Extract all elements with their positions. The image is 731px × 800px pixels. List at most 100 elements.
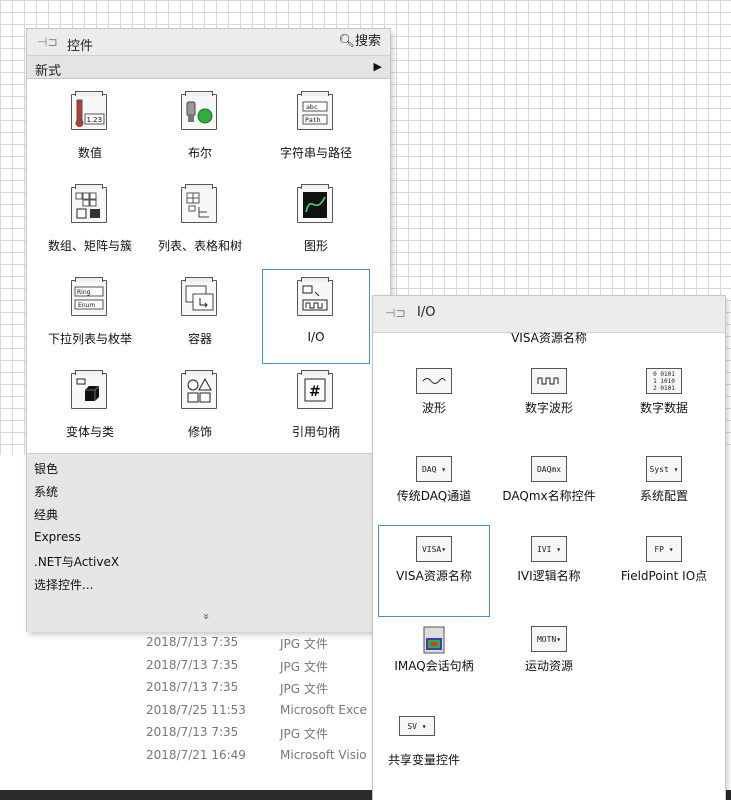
boolean-icon — [181, 91, 217, 130]
palette-grid: 1.23 数值 布尔 abc Path 字符串与路径 数组、矩阵与簇 列表、表格… — [27, 84, 390, 454]
palette-item-label: 字符串与路径 — [279, 146, 352, 160]
container-icon — [181, 277, 217, 316]
pin-icon[interactable]: ⊣⊐ — [37, 35, 58, 49]
palette-item-label: 图形 — [303, 239, 328, 253]
pin-icon[interactable]: ⊣⊐ — [385, 306, 406, 320]
shared-variable-icon: SV ▾ — [399, 716, 435, 736]
hover-tooltip-label: VISA资源名称 — [511, 331, 587, 345]
expand-arrow-icon: ▶ — [373, 60, 382, 73]
io-item-label: DAQmx名称控件 — [502, 489, 596, 503]
io-item-system-config[interactable]: Syst ▾ 系统配置 — [609, 446, 719, 534]
palette-item-label: 容器 — [187, 332, 212, 346]
io-item-label: 数字数据 — [639, 401, 688, 415]
io-item-waveform[interactable]: 波形 — [379, 358, 489, 446]
io-item-traditional-daq[interactable]: DAQ ▾ 传统DAQ通道 — [379, 446, 489, 534]
io-item-shared-variable[interactable]: SV ▾ 共享变量控件 — [379, 706, 489, 794]
palette-item-decoration[interactable]: 修饰 — [147, 363, 253, 456]
io-item-label: 传统DAQ通道 — [396, 489, 472, 503]
io-palette-titlebar[interactable]: ⊣⊐ I/O VISA资源名称 — [373, 296, 725, 345]
palette-item-ring-enum[interactable]: Ring Enum 下拉列表与枚举 — [37, 270, 143, 363]
palette-item-label: 数组、矩阵与簇 — [47, 239, 132, 253]
file-row[interactable]: 2018/7/13 7:35 JPG 文件 — [146, 632, 386, 655]
svg-text:Ring: Ring — [77, 289, 91, 296]
io-item-ivi-logical-name[interactable]: IVI ▾ IVI逻辑名称 — [494, 526, 604, 614]
search-icon: 🔍︎ — [338, 34, 355, 49]
palette-item-label: 修饰 — [187, 425, 212, 439]
digital-waveform-icon — [531, 368, 567, 394]
io-item-fieldpoint-io[interactable]: FP ▾ FieldPoint IO点 — [609, 526, 719, 614]
io-item-label: IVI逻辑名称 — [517, 569, 581, 583]
string-path-icon: abc Path — [297, 91, 333, 130]
svg-text:Path: Path — [305, 116, 321, 124]
palette-item-numeric[interactable]: 1.23 数值 — [37, 84, 143, 177]
palette-item-label: 下拉列表与枚举 — [47, 332, 132, 346]
palette-item-io[interactable]: I/O — [263, 270, 369, 363]
category-silver[interactable]: 银色 — [34, 460, 58, 477]
io-icon — [297, 277, 333, 316]
io-palette: ⊣⊐ I/O VISA资源名称 波形 数字波形 0 0101 1 1010 2 01… — [373, 296, 725, 800]
palette-item-label: 布尔 — [187, 146, 212, 160]
io-item-motion-resource[interactable]: MOTN▾ 运动资源 — [494, 616, 604, 704]
palette-item-boolean[interactable]: 布尔 — [147, 84, 253, 177]
list-table-tree-icon — [181, 184, 217, 223]
io-item-digital-waveform[interactable]: 数字波形 — [494, 358, 604, 446]
refnum-icon: # — [297, 370, 333, 409]
file-row[interactable]: 2018/7/13 7:35 JPG 文件 — [146, 677, 386, 700]
io-item-label: 系统配置 — [639, 489, 688, 503]
io-item-daqmx-name[interactable]: DAQmx DAQmx名称控件 — [494, 446, 604, 534]
category-dotnet-activex[interactable]: .NET与ActiveX — [34, 553, 119, 570]
io-item-label: 波形 — [421, 401, 446, 415]
palette-titlebar[interactable]: ⊣⊐ 控件 🔍︎搜索 — [27, 29, 390, 56]
io-palette-title: I/O — [417, 305, 436, 320]
search-label: 搜索 — [354, 34, 381, 49]
file-row[interactable]: 2018/7/21 16:49 Microsoft Visio — [146, 745, 386, 768]
palette-item-list-table-tree[interactable]: 列表、表格和树 — [147, 177, 253, 270]
palette-item-label: 数值 — [77, 146, 102, 160]
daqmx-icon: DAQmx — [531, 456, 567, 482]
waveform-icon — [416, 368, 452, 394]
palette-item-label: I/O — [307, 330, 325, 344]
decoration-icon — [181, 370, 217, 409]
file-row[interactable]: 2018/7/13 7:35 JPG 文件 — [146, 722, 386, 745]
controls-palette: ⊣⊐ 控件 🔍︎搜索 新式 ▶ 1.23 数值 布尔 abc Path 字符串与… — [27, 29, 390, 632]
visa-icon: VISA▾ — [416, 536, 452, 562]
file-row[interactable]: 2018/7/25 11:53 Microsoft Exce — [146, 700, 386, 723]
palette-item-container[interactable]: 容器 — [147, 270, 253, 363]
array-matrix-cluster-icon — [71, 184, 107, 223]
io-item-label: 运动资源 — [524, 659, 573, 673]
svg-text:#: # — [309, 384, 321, 400]
search-button[interactable]: 🔍︎搜索 — [333, 31, 386, 53]
motion-resource-icon: MOTN▾ — [531, 626, 567, 652]
imaq-session-icon — [423, 626, 445, 654]
palette-item-string-path[interactable]: abc Path 字符串与路径 — [263, 84, 369, 177]
numeric-icon: 1.23 — [71, 91, 107, 130]
io-item-label: 数字波形 — [524, 401, 573, 415]
io-item-digital-data[interactable]: 0 0101 1 1010 2 0101 数字数据 — [609, 358, 719, 446]
category-express[interactable]: Express — [34, 530, 81, 544]
subcategory-title: 新式 — [35, 64, 62, 79]
palette-item-refnum[interactable]: # 引用句柄 — [263, 363, 369, 456]
palette-item-graph[interactable]: 图形 — [263, 177, 369, 270]
expand-more-icon[interactable]: » — [200, 613, 213, 620]
ring-enum-icon: Ring Enum — [71, 277, 107, 316]
category-select-control[interactable]: 选择控件... — [34, 576, 93, 593]
file-list: 2018/7/13 7:35 JPG 文件 2018/7/13 7:35 JPG 文… — [146, 632, 386, 767]
palette-item-label: 引用句柄 — [291, 425, 340, 439]
category-system[interactable]: 系统 — [34, 483, 58, 500]
digital-data-icon: 0 0101 1 1010 2 0101 — [646, 368, 682, 394]
palette-item-label: 列表、表格和树 — [157, 239, 242, 253]
variant-class-icon — [71, 370, 107, 409]
svg-text:Enum: Enum — [78, 302, 95, 309]
io-item-label: FieldPoint IO点 — [620, 569, 708, 583]
palette-item-array-matrix-cluster[interactable]: 数组、矩阵与簇 — [37, 177, 143, 270]
fieldpoint-icon: FP ▾ — [646, 536, 682, 562]
palette-item-variant-class[interactable]: 变体与类 — [37, 363, 143, 456]
palette-subcategory-bar[interactable]: 新式 ▶ — [27, 56, 390, 79]
daq-channel-icon: DAQ ▾ — [416, 456, 452, 482]
category-classic[interactable]: 经典 — [34, 506, 58, 523]
io-item-visa-resource[interactable]: VISA▾ VISA资源名称 — [379, 526, 489, 616]
ivi-icon: IVI ▾ — [531, 536, 567, 562]
io-item-imaq-session[interactable]: IMAQ会话句柄 — [379, 616, 489, 704]
file-row[interactable]: 2018/7/13 7:35 JPG 文件 — [146, 655, 386, 678]
graph-icon — [297, 184, 333, 223]
